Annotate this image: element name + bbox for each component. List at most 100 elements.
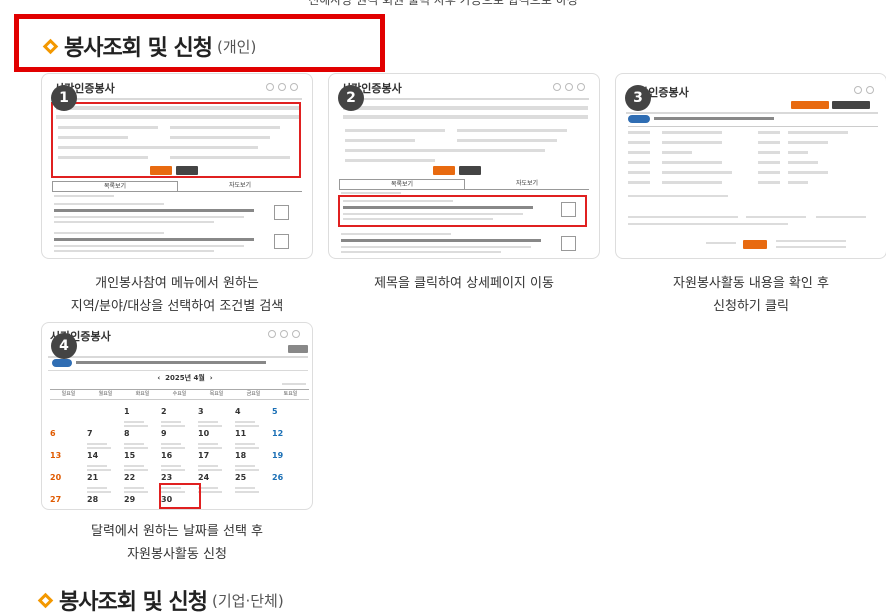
section-subtitle: (기업·단체) [212, 591, 284, 610]
calendar-day-cell[interactable]: 29 [124, 487, 161, 509]
calendar-day-cell[interactable]: 18 [235, 443, 272, 471]
calendar-day-cell [87, 399, 124, 423]
calendar-day-cell[interactable]: 9 [161, 421, 198, 449]
top-cut-text: 진해사랑 원격 회원 출력 차후 가공으로 합격으로 하정 [308, 0, 578, 7]
step-caption: 자원봉사활동 내용을 확인 후 신청하기 클릭 [673, 276, 829, 314]
section-title: 봉사조회 및 신청 [64, 36, 213, 61]
step-number-badge: 4 [51, 333, 77, 359]
calendar-day-cell[interactable]: 3 [198, 399, 235, 427]
calendar-day-number: 27 [50, 495, 62, 504]
calendar-day-number: 8 [124, 429, 130, 438]
calendar-day-cell[interactable]: 14 [87, 443, 124, 471]
calendar-day-number: 4 [235, 407, 241, 416]
apply-button[interactable] [561, 236, 576, 251]
calendar-day-cell [50, 399, 87, 423]
calendar-day-number: 24 [198, 473, 210, 482]
step-card-2: 시간인증봉사 목록보기 자도보기 [328, 73, 600, 259]
calendar-day-cell[interactable]: 15 [124, 443, 161, 471]
calendar-day-number: 7 [87, 429, 93, 438]
calendar-day-number: 29 [124, 495, 136, 504]
calendar-day-cell[interactable]: 10 [198, 421, 235, 449]
calendar-day-cell[interactable]: 28 [87, 487, 124, 509]
weekday-label: 토요일 [283, 391, 298, 397]
weekday-label: 금요일 [246, 391, 261, 397]
calendar-day-number: 23 [161, 473, 173, 482]
step-number-badge: 2 [338, 85, 364, 111]
weekday-label: 일요일 [61, 391, 76, 397]
calendar-day-number: 21 [87, 473, 99, 482]
calendar-day-number: 5 [272, 407, 278, 416]
step-caption: 달력에서 원하는 날짜를 선택 후 자원봉사활동 신청 [90, 524, 263, 562]
weekday-label: 수요일 [172, 391, 187, 397]
calendar-day-number: 22 [124, 473, 136, 482]
calendar-day-number: 6 [50, 429, 56, 438]
calendar-day-cell[interactable]: 6 [50, 421, 87, 445]
section-title: 봉사조회 및 신청 [59, 590, 208, 615]
calendar-day-cell[interactable]: 11 [235, 421, 272, 449]
step-card-1: 시간인증봉사 목록보기 자도보기 [41, 73, 313, 259]
tab-list-view[interactable]: 목록보기 [52, 181, 178, 191]
step-caption: 개인봉사참여 메뉴에서 원하는 지역/분야/대상을 선택하여 조건별 검색 [70, 276, 284, 314]
calendar-day-number: 12 [272, 429, 284, 438]
calendar-week-row: 6 7 8 9 10 11 12 [50, 421, 309, 449]
calendar-day-cell[interactable]: 20 [50, 465, 87, 489]
calendar-day-cell[interactable]: 21 [87, 465, 124, 493]
weekday-label: 월요일 [98, 391, 113, 397]
calendar-day-number: 20 [50, 473, 62, 482]
calendar-day-number: 3 [198, 407, 204, 416]
apply-button[interactable] [743, 240, 767, 249]
window-icons [266, 83, 298, 91]
calendar-day-number: 17 [198, 451, 210, 460]
calendar-day-cell [272, 487, 309, 509]
step-number-badge: 1 [51, 85, 77, 111]
calendar-day-cell[interactable]: 16 [161, 443, 198, 471]
weekday-label: 목요일 [209, 391, 224, 397]
weekday-label: 화요일 [135, 391, 150, 397]
calendar-day-cell[interactable]: 27 [50, 487, 87, 509]
next-month-icon[interactable]: › [210, 374, 213, 382]
prev-month-icon[interactable]: ‹ [157, 374, 160, 382]
calendar-day-cell[interactable]: 13 [50, 443, 87, 467]
apply-button[interactable] [561, 202, 576, 217]
step-caption: 제목을 클릭하여 상세페이지 이동 [374, 276, 554, 291]
calendar-day-cell[interactable]: 19 [272, 443, 309, 467]
detail-table [628, 126, 878, 188]
calendar-day-number: 14 [87, 451, 99, 460]
tab-calendar-view[interactable]: 자도보기 [178, 181, 302, 191]
diamond-bullet-icon [37, 592, 54, 608]
calendar-day-cell[interactable]: 2 [161, 399, 198, 427]
calendar-day-cell[interactable]: 25 [235, 465, 272, 493]
section-subtitle: (개인) [217, 37, 257, 56]
section-header-individual: 봉사조회 및 신청 (개인) [14, 14, 385, 72]
step-card-3: 시간인증봉사 [615, 73, 886, 259]
tab-calendar-view[interactable]: 자도보기 [465, 179, 589, 189]
calendar-day-cell[interactable]: 7 [87, 421, 124, 449]
calendar-day-cell[interactable]: 5 [272, 399, 309, 423]
month-label: 2025년 4월 [165, 374, 205, 382]
calendar-week-row: 13 14 15 16 17 18 19 [50, 443, 309, 471]
calendar-day-cell[interactable]: 12 [272, 421, 309, 445]
calendar-day-cell[interactable]: 8 [124, 421, 161, 449]
calendar-day-number: 25 [235, 473, 247, 482]
apply-button[interactable] [274, 205, 289, 220]
calendar-day-cell[interactable]: 4 [235, 399, 272, 427]
calendar-day-number: 9 [161, 429, 167, 438]
calendar-day-cell [198, 487, 235, 509]
tab-list-view[interactable]: 목록보기 [339, 179, 465, 189]
calendar-day-number: 10 [198, 429, 210, 438]
calendar-day-number: 18 [235, 451, 247, 460]
step-number-badge: 3 [625, 85, 651, 111]
calendar-day-cell[interactable]: 17 [198, 443, 235, 471]
calendar-day-cell[interactable]: 24 [198, 465, 235, 493]
apply-button[interactable] [274, 234, 289, 249]
calendar-day-number: 26 [272, 473, 284, 482]
view-tabs: 목록보기 자도보기 [339, 179, 589, 190]
window-icons [553, 83, 585, 91]
calendar-day-cell[interactable]: 1 [124, 399, 161, 427]
calendar-day-number: 2 [161, 407, 167, 416]
selected-date-highlight [159, 483, 201, 509]
calendar-day-number: 1 [124, 407, 130, 416]
calendar-day-cell[interactable]: 22 [124, 465, 161, 493]
calendar-day-cell[interactable]: 26 [272, 465, 309, 489]
calendar-day-number: 11 [235, 429, 247, 438]
